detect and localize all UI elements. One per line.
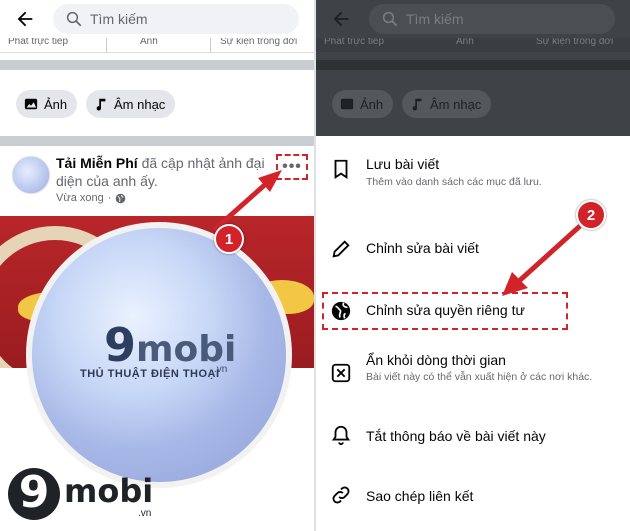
- menu-item-copy-link[interactable]: Sao chép liên kết: [316, 480, 630, 524]
- menu-item-turn-off-notifications[interactable]: Tắt thông báo về bài viết này: [316, 420, 630, 464]
- post-header-text: Tải Miễn Phí đã cập nhật ảnh đại diện củ…: [56, 154, 276, 190]
- search-icon: [382, 11, 398, 27]
- menu-item-title: Sao chép liên kết: [366, 488, 474, 504]
- chip-label: Âm nhạc: [430, 96, 482, 112]
- logo-tld: .vn: [138, 508, 152, 519]
- music-note-icon: [96, 98, 106, 111]
- bell-icon: [331, 425, 351, 446]
- chip-music: Âm nhạc: [402, 90, 492, 118]
- avatar[interactable]: [12, 156, 50, 194]
- menu-item-title: Tắt thông báo về bài viết này: [366, 428, 546, 444]
- hide-box-icon: [331, 363, 351, 383]
- logo-text: mobi: [64, 472, 154, 510]
- chip-label: Ảnh: [44, 96, 68, 112]
- photo-icon: [24, 98, 38, 110]
- logo-nine: 9: [8, 468, 60, 520]
- link-icon: [332, 486, 350, 504]
- chip-photos[interactable]: Ảnh: [16, 90, 78, 118]
- chip-label: Ảnh: [360, 96, 384, 112]
- create-post-bar: Phát trực tiếp Ảnh Sự kiện trong đời: [316, 38, 630, 52]
- back-arrow-icon[interactable]: [14, 8, 36, 30]
- profile-picture-preview[interactable]: 9mobi .vn THỦ THUẬT ĐIỆN THOẠI: [26, 222, 292, 488]
- create-live-button: Phát trực tiếp: [324, 38, 385, 47]
- create-life-event-button[interactable]: Sự kiện trong đời: [220, 38, 297, 47]
- pencil-icon: [332, 240, 350, 258]
- search-input: Tìm kiếm: [369, 4, 615, 34]
- chip-label: Âm nhạc: [114, 96, 166, 112]
- section-divider: [0, 60, 314, 70]
- menu-item-subtitle: Thêm vào danh sách các mục đã lưu.: [366, 176, 542, 188]
- search-placeholder: Tìm kiếm: [406, 11, 464, 27]
- globe-icon: [116, 193, 126, 203]
- bookmark-icon: [334, 159, 348, 179]
- more-options-button[interactable]: •••: [276, 154, 308, 180]
- left-screen: Tìm kiếm Phát trực tiếp Ảnh Sự kiện tron…: [0, 0, 314, 531]
- top-bar: Tìm kiếm: [0, 0, 314, 38]
- create-photo-button: Ảnh: [456, 38, 474, 47]
- menu-item-hide-from-timeline[interactable]: Ẩn khỏi dòng thời gian Bài viết này có t…: [316, 350, 630, 410]
- search-placeholder: Tìm kiếm: [90, 11, 148, 27]
- brand-logo: 9 mobi .vn: [8, 468, 168, 524]
- create-photo-button[interactable]: Ảnh: [140, 38, 158, 47]
- menu-item-title: Lưu bài viết: [366, 156, 440, 172]
- dimmed-background: Tìm kiếm Phát trực tiếp Ảnh Sự kiện tron…: [316, 0, 630, 136]
- watermark-tagline: THỦ THUẬT ĐIỆN THOẠI: [80, 368, 220, 380]
- search-icon: [66, 11, 82, 27]
- menu-item-save-post[interactable]: Lưu bài viết Thêm vào danh sách các mục …: [316, 136, 630, 208]
- post-time[interactable]: Vừa xong: [56, 192, 104, 204]
- section-divider: [0, 136, 314, 146]
- search-input[interactable]: Tìm kiếm: [53, 4, 299, 34]
- music-note-icon: [412, 98, 422, 111]
- menu-item-title: Ẩn khỏi dòng thời gian: [366, 352, 506, 368]
- chip-music[interactable]: Âm nhạc: [86, 90, 176, 118]
- photo-icon: [340, 98, 354, 110]
- create-post-bar: Phát trực tiếp Ảnh Sự kiện trong đời: [0, 38, 314, 53]
- right-screen: Tìm kiếm Phát trực tiếp Ảnh Sự kiện tron…: [316, 0, 630, 531]
- create-life-event-button: Sự kiện trong đời: [536, 38, 614, 47]
- chip-photos: Ảnh: [332, 90, 394, 118]
- step-badge-1: 1: [214, 224, 244, 254]
- menu-item-subtitle: Bài viết này có thể vẫn xuất hiện ở các …: [366, 371, 593, 383]
- post-author[interactable]: Tải Miễn Phí: [56, 155, 138, 171]
- post-meta: Vừa xong ·: [56, 192, 126, 204]
- step-badge-2: 2: [576, 200, 606, 230]
- highlight-box: [322, 292, 568, 330]
- menu-item-title: Chỉnh sửa bài viết: [366, 240, 479, 256]
- post-options-sheet: Lưu bài viết Thêm vào danh sách các mục …: [316, 136, 630, 531]
- create-live-button[interactable]: Phát trực tiếp: [8, 38, 68, 47]
- back-arrow-icon: [333, 11, 349, 27]
